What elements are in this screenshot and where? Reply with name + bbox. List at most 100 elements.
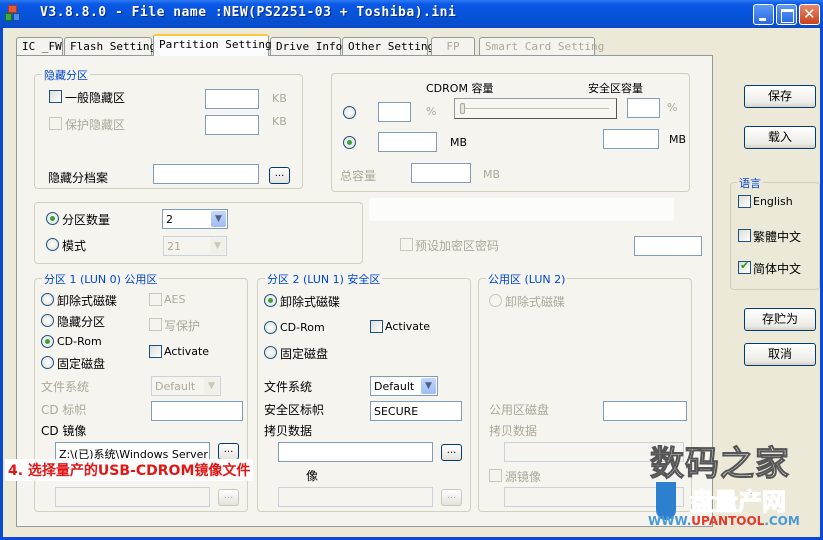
p2-secure-label-input[interactable]: SECURE: [370, 401, 462, 421]
public-disk-label: 公用区磁盘: [489, 403, 550, 417]
tab-drive-info[interactable]: Drive Info: [270, 37, 342, 55]
tab-flash-setting[interactable]: Flash Setting: [64, 37, 156, 55]
secure-percent-input[interactable]: [627, 98, 660, 118]
p1-write-protect-checkbox: [149, 318, 162, 331]
partition-count-radio[interactable]: [46, 212, 59, 225]
hidden-file-browse-button[interactable]: ...: [269, 167, 290, 184]
p1-cd-label-label: CD 标帜: [41, 403, 87, 417]
public-area-title: 公用区 (LUN 2): [486, 271, 568, 287]
protected-hidden-checkbox: [49, 117, 62, 130]
cdrom-capacity-label: CDROM 容量: [426, 82, 494, 95]
encrypt-password-checkbox: [400, 238, 413, 251]
capacity-group: CDROM 容量 安全区容量 % % MB MB 总容量 MB: [331, 73, 690, 192]
p1-cdrom-label: CD-Rom: [57, 335, 102, 348]
chevron-down-icon[interactable]: ▼: [211, 211, 226, 227]
mb-mode-radio[interactable]: [343, 136, 356, 149]
partition-count-select[interactable]: 2 ▼: [162, 209, 228, 229]
secure-mb-unit: MB: [669, 133, 687, 146]
hidden-file-label: 隐藏分档案: [48, 171, 109, 185]
language-group: 语言 English 繁體中文 简体中文: [730, 175, 820, 290]
save-button[interactable]: 保存: [744, 85, 816, 108]
protected-hidden-size-input[interactable]: [205, 115, 259, 135]
cdrom-mb-input[interactable]: [378, 132, 437, 152]
watermark-url-prefix: WWW.: [648, 514, 692, 528]
annotation-overlay: 4. 选择量产的USB-CDROM镜像文件: [5, 459, 254, 481]
p2-removable-radio[interactable]: [264, 294, 277, 307]
mode-radio[interactable]: [46, 238, 59, 251]
p2-image-browse-button: ...: [441, 489, 462, 506]
lang-english-checkbox[interactable]: [738, 195, 751, 208]
public-disk-input[interactable]: [603, 401, 687, 421]
slider-thumb[interactable]: [460, 103, 465, 114]
public-removable-radio: [489, 294, 502, 307]
secure-percent-unit: %: [667, 101, 678, 114]
cdrom-percent-input[interactable]: [378, 102, 411, 122]
cdrom-percent-unit: %: [426, 105, 437, 118]
maximize-button[interactable]: [776, 4, 797, 25]
general-hidden-size-input[interactable]: [205, 89, 259, 109]
p2-fixed-label: 固定磁盘: [280, 347, 329, 361]
lang-traditional-checkbox[interactable]: [738, 229, 751, 242]
p1-fixed-radio[interactable]: [41, 356, 54, 369]
p1-removable-radio[interactable]: [41, 293, 54, 306]
cancel-button[interactable]: 取消: [744, 343, 816, 366]
p1-cdrom-radio[interactable]: [41, 335, 54, 348]
p1-cd-label-input[interactable]: [151, 401, 243, 421]
total-capacity-unit: MB: [483, 168, 501, 181]
lang-simplified-checkbox[interactable]: [738, 259, 751, 274]
partition-count-label: 分区数量: [62, 213, 111, 227]
watermark-line2: 盘量产网: [690, 488, 787, 517]
p2-removable-label: 卸除式磁碟: [280, 295, 341, 309]
watermark-url: WWW.UPANTOOL.COM: [648, 514, 800, 528]
tab-partition-setting[interactable]: Partition Setting: [153, 34, 272, 56]
window-title: V3.8.8.0 - File name :NEW(PS2251-03 + To…: [40, 5, 457, 20]
hidden-partition-title: 隐藏分区: [42, 67, 90, 83]
encrypt-password-label: 预设加密区密码: [415, 239, 500, 253]
p1-write-protect-label: 写保护: [164, 319, 201, 333]
title-bar[interactable]: V3.8.8.0 - File name :NEW(PS2251-03 + To…: [0, 0, 823, 28]
language-title: 语言: [737, 175, 763, 191]
p2-fs-select[interactable]: Default ▼: [370, 376, 438, 396]
slider-track: [461, 108, 609, 110]
hidden-file-input[interactable]: [153, 164, 259, 184]
hidden-partition-group: 隐藏分区 一般隐藏区 KB 保护隐藏区 KB 隐藏分档案 ...: [34, 67, 303, 189]
p2-copy-browse-button[interactable]: ...: [441, 444, 462, 461]
total-capacity-label: 总容量: [340, 169, 377, 183]
watermark-logo: 数码之家 盘量产网 WWW.UPANTOOL.COM: [648, 432, 823, 540]
cdrom-mb-unit: MB: [450, 136, 468, 149]
public-removable-label: 卸除式磁碟: [505, 295, 566, 309]
p2-fixed-radio[interactable]: [264, 346, 277, 359]
secure-mb-input[interactable]: [603, 129, 659, 149]
general-hidden-checkbox[interactable]: [49, 90, 62, 103]
save-as-button[interactable]: 存贮为: [744, 308, 816, 331]
p1-activate-checkbox[interactable]: [149, 345, 162, 358]
p1-aes-checkbox: [149, 293, 162, 306]
p1-hidden-radio[interactable]: [41, 314, 54, 327]
total-capacity-input[interactable]: [411, 163, 471, 183]
minimize-button[interactable]: [753, 4, 774, 25]
watermark-line1: 数码之家: [650, 444, 790, 485]
close-button[interactable]: [799, 4, 820, 25]
lang-simplified-label: 简体中文: [753, 262, 802, 276]
tab-fp: FP: [431, 37, 475, 55]
chevron-down-icon[interactable]: ▼: [421, 378, 436, 394]
tab-ic-fw[interactable]: IC _FW: [16, 37, 63, 55]
protected-hidden-unit: KB: [272, 115, 287, 128]
partition1-title: 分区 1 (LUN 0) 公用区: [42, 271, 160, 287]
tab-other-setting[interactable]: Other Setting: [342, 37, 434, 55]
load-button[interactable]: 载入: [744, 126, 816, 149]
partition2-title: 分区 2 (LUN 1) 安全区: [265, 271, 383, 287]
encrypt-password-input[interactable]: [634, 236, 702, 256]
p1-cd-image-browse-button[interactable]: ...: [218, 443, 239, 460]
p2-copy-input[interactable]: [278, 442, 433, 462]
p2-activate-checkbox[interactable]: [370, 320, 383, 333]
lang-english-label: English: [753, 195, 793, 208]
p2-image-input: [278, 487, 433, 507]
capacity-slider[interactable]: [454, 98, 617, 119]
p1-hidden-label: 隐藏分区: [57, 315, 106, 329]
public-source-image-label: 源镜像: [505, 470, 542, 484]
percent-mode-radio[interactable]: [343, 106, 356, 119]
partition-mode-group: 分区数量 2 ▼ 模式 21 ▼: [34, 202, 363, 264]
public-copy-label: 拷贝数据: [489, 424, 538, 438]
p2-cdrom-radio[interactable]: [264, 321, 277, 334]
